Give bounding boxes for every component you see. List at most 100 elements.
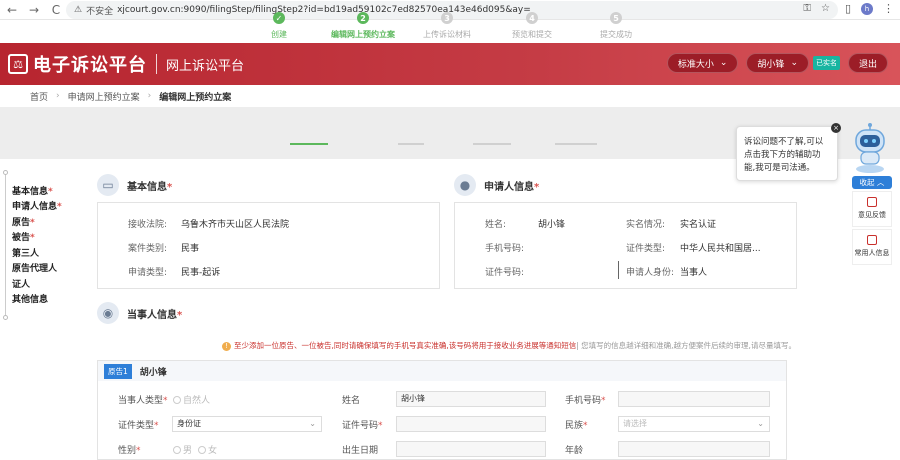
close-icon[interactable]: × — [831, 123, 841, 133]
step-number: 2 — [357, 12, 369, 24]
birth-date-input[interactable] — [396, 441, 546, 457]
plaintiff-card-header: 原告1 胡小锋 — [98, 361, 786, 381]
reload-icon[interactable]: C — [50, 3, 62, 17]
assistant-tip-text: 诉讼问题不了解,可以点击我下方的辅助功能,我可是司法通。 — [744, 137, 824, 173]
chevron-down-icon: ⌄ — [719, 58, 728, 68]
step-connector — [398, 143, 424, 145]
apply-type-label: 申请类型: — [128, 268, 168, 278]
basic-info-header: ▭ 基本信息* — [97, 174, 172, 196]
nav-item-applicant[interactable]: 申请人信息* — [12, 199, 62, 212]
gender-label: 性别* — [118, 446, 141, 456]
assistant-panel: 收起 ︿ 意见反馈 常用人信息 — [852, 176, 892, 265]
robot-assistant-icon[interactable] — [848, 122, 892, 174]
breadcrumb-current: 编辑网上预约立案 — [159, 92, 232, 103]
id-number-label: 证件号码* — [342, 421, 383, 431]
case-type-label: 案件类别: — [128, 244, 168, 254]
step-edit: 2 编辑网上预约立案 — [326, 12, 400, 40]
age-input[interactable] — [618, 441, 770, 457]
realname-label: 实名情况: — [626, 220, 666, 230]
id-number-input[interactable] — [396, 416, 546, 432]
notice-main: 至少添加一位原告、一位被告,同时请确保填写的手机号真实准确,该号码将用于接收业务… — [234, 341, 577, 350]
user-icon: ◉ — [97, 302, 119, 324]
menu-icon[interactable]: ⋮ — [883, 2, 894, 15]
step-label: 编辑网上预约立案 — [331, 30, 395, 39]
nav-item-witness[interactable]: 证人 — [12, 277, 30, 290]
security-label: 不安全 — [86, 6, 114, 17]
idno-label: 证件号码: — [485, 268, 525, 278]
step-connector — [473, 143, 511, 145]
logout-button[interactable]: 退出 — [847, 53, 888, 73]
step-label: 提交成功 — [600, 30, 632, 39]
party-name-input[interactable]: 胡小锋 — [396, 391, 546, 407]
profile-avatar[interactable]: h — [861, 2, 873, 15]
breadcrumb-separator: › — [147, 91, 152, 101]
forward-icon[interactable]: → — [28, 3, 40, 17]
nav-item-defendant[interactable]: 被告* — [12, 230, 35, 243]
breadcrumb-home[interactable]: 首页 — [30, 90, 48, 103]
id-type-select[interactable]: 身份证 ⌄ — [172, 416, 322, 432]
feedback-button[interactable]: 意见反馈 — [852, 191, 892, 227]
monitor-icon: ▭ — [97, 174, 119, 196]
brand-subtitle: 网上诉讼平台 — [166, 58, 245, 74]
nav-item-plaintiff-agent[interactable]: 原告代理人 — [12, 261, 57, 274]
brand-divider — [156, 54, 157, 74]
document-icon — [867, 235, 877, 245]
font-size-label: 标准大小 — [677, 59, 714, 70]
back-icon[interactable]: ← — [6, 3, 18, 17]
identity-label: 申请人身份: — [626, 268, 675, 278]
nav-item-third-party[interactable]: 第三人 — [12, 246, 39, 259]
collapse-button[interactable]: 收起 ︿ — [852, 176, 892, 189]
step-number: 3 — [441, 12, 453, 24]
phone-label: 手机号码: — [485, 244, 525, 254]
party-name-label: 姓名 — [342, 396, 361, 406]
age-label: 年龄 — [565, 446, 584, 456]
step-upload: 3 上传诉讼材料 — [418, 12, 476, 40]
radio-icon — [173, 446, 181, 454]
nation-select[interactable]: 请选择 ⌄ — [618, 416, 770, 432]
step-connector — [555, 143, 597, 145]
step-label: 创建 — [271, 30, 287, 39]
nav-item-other-info[interactable]: 其他信息 — [12, 292, 48, 305]
nav-item-basic-info[interactable]: 基本信息* — [12, 184, 53, 197]
alert-icon: ! — [222, 342, 231, 351]
chevron-down-icon: ⌄ — [309, 419, 316, 428]
sidebar-toggle-icon[interactable]: ▯ — [845, 2, 851, 15]
step-number: 4 — [526, 12, 538, 24]
key-icon[interactable]: ⚿ — [803, 3, 811, 14]
common-contacts-button[interactable]: 常用人信息 — [852, 229, 892, 265]
warning-icon: ⚠ — [74, 5, 83, 15]
star-icon[interactable]: ☆ — [821, 3, 830, 14]
step-number: 5 — [610, 12, 622, 24]
section-title: 申请人信息 — [484, 181, 534, 193]
section-title: 当事人信息 — [127, 309, 177, 321]
gender-radio-female[interactable]: 女 — [198, 443, 217, 456]
logout-label: 退出 — [858, 59, 877, 70]
gender-radio-male[interactable]: 男 — [173, 443, 192, 456]
radio-icon — [198, 446, 206, 454]
breadcrumb-separator: › — [56, 91, 60, 101]
idtype-value: 中华人民共和国居... — [680, 244, 761, 254]
anchor-dot — [3, 315, 8, 320]
birth-date-label: 出生日期 — [342, 446, 379, 456]
plaintiff-name: 胡小锋 — [139, 367, 167, 378]
step-create: ✓ 创建 — [262, 12, 296, 40]
step-preview: 4 预览和提交 — [508, 12, 556, 40]
step-submitted: 5 提交成功 — [594, 12, 638, 40]
party-phone-label: 手机号码* — [565, 396, 606, 406]
nation-label: 民族* — [565, 421, 588, 431]
party-info-header: ◉ 当事人信息* — [97, 302, 182, 324]
font-size-button[interactable]: 标准大小 ⌄ — [666, 53, 739, 73]
name-label: 姓名: — [485, 220, 507, 230]
assistant-tip: 诉讼问题不了解,可以点击我下方的辅助功能,我可是司法通。 × — [736, 123, 841, 181]
court-value: 乌鲁木齐市天山区人民法院 — [181, 220, 290, 230]
nav-item-plaintiff[interactable]: 原告* — [12, 215, 35, 228]
party-phone-input[interactable] — [618, 391, 770, 407]
anchor-dot — [3, 170, 8, 175]
breadcrumb-apply[interactable]: 申请网上预约立案 — [68, 90, 140, 103]
case-type-value: 民事 — [181, 244, 200, 254]
identity-value: 当事人 — [680, 268, 708, 278]
party-type-radio[interactable]: 自然人 — [173, 393, 210, 406]
user-menu-button[interactable]: 胡小锋 ⌄ — [746, 53, 809, 73]
scales-logo-icon: ⚖ — [8, 54, 28, 74]
court-label: 接收法院: — [128, 220, 168, 230]
